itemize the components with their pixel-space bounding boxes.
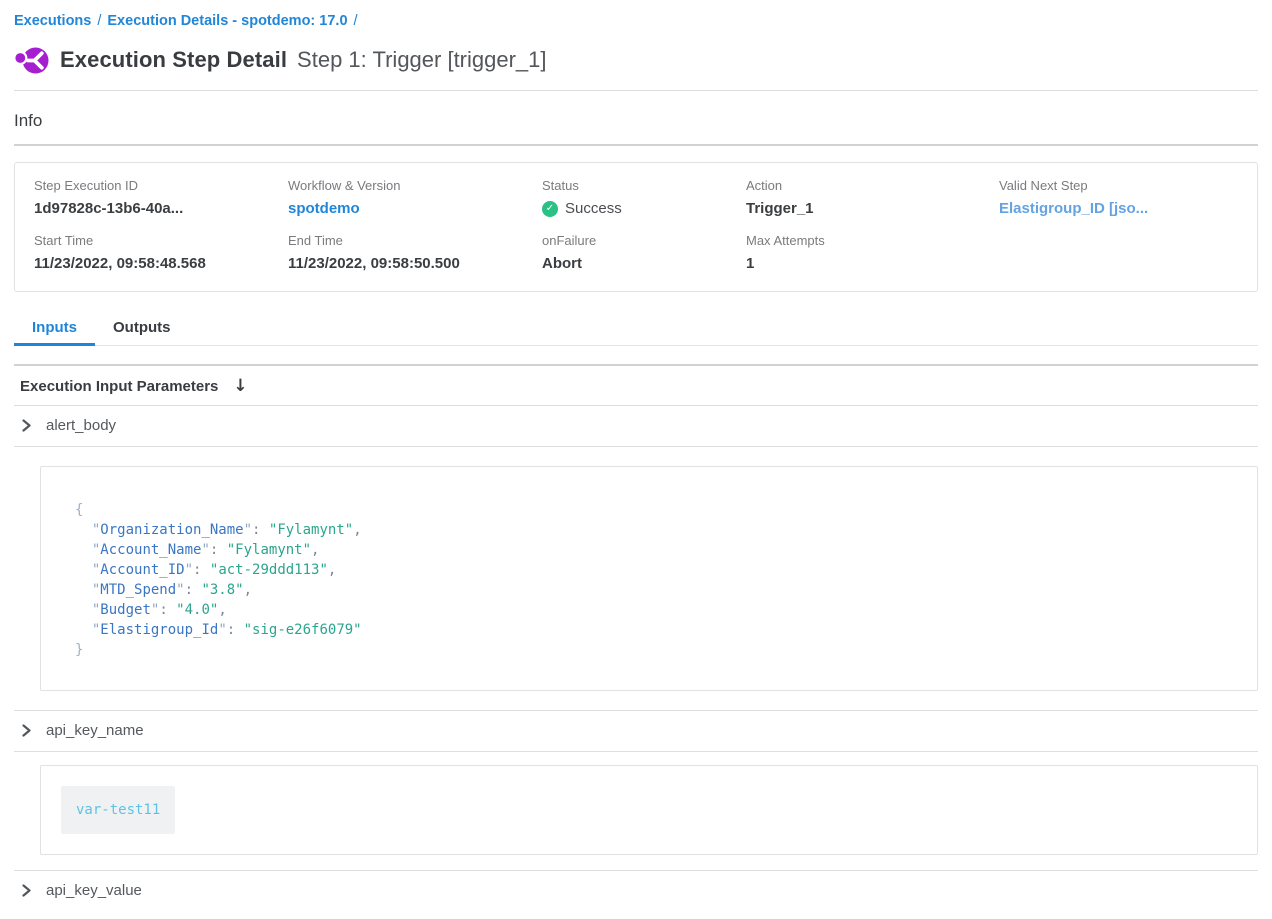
section-heading: Execution Input Parameters [20,378,218,395]
field-label: Workflow & Version [288,178,542,193]
param-row-alert-body[interactable]: alert_body [14,406,1258,446]
page-title-row: Execution Step Detail Step 1: Trigger [t… [14,42,1258,78]
execution-step-detail-page: Executions / Execution Details - spotdemo:… [0,0,1272,919]
field-label: Action [746,178,999,193]
chevron-right-icon [20,419,33,432]
page-subtitle: Step 1: Trigger [trigger_1] [297,47,546,73]
json-code-block-alert-body: { "Organization_Name": "Fylamynt", "Acco… [40,466,1258,691]
info-field-onfailure: onFailure Abort [542,233,746,272]
execution-input-parameters-header: Execution Input Parameters [14,366,1258,405]
chevron-right-icon [20,884,33,897]
field-value-workflow-version[interactable]: spotdemo [288,200,542,217]
breadcrumb-link-execution-details[interactable]: Execution Details - spotdemo: 17.0 [107,13,347,29]
breadcrumb-link-executions[interactable]: Executions [14,13,91,29]
info-field-end-time: End Time 11/23/2022, 09:58:50.500 [288,233,542,272]
field-value-start-time: 11/23/2022, 09:58:48.568 [34,255,288,272]
field-label: End Time [288,233,542,248]
param-name: api_key_name [46,722,144,739]
field-label: Valid Next Step [999,178,1257,193]
info-card: Step Execution ID 1d97828c-13b6-40a...Wor… [14,162,1258,292]
info-field-action: Action Trigger_1 [746,178,999,217]
info-field-step-execution-id: Step Execution ID 1d97828c-13b6-40a... [34,178,288,217]
down-arrow-icon[interactable] [233,378,247,395]
param-row-api-key-name[interactable]: api_key_name [14,711,1258,751]
field-value-onfailure: Abort [542,255,746,272]
breadcrumb-separator: / [354,13,358,29]
info-field-status: Status Success [542,178,746,217]
info-field-workflow-version: Workflow & Version spotdemo [288,178,542,217]
status-badge: Success [542,200,746,217]
json-code: { "Organization_Name": "Fylamynt", "Acco… [75,500,1237,660]
info-field-valid-next-step: Valid Next Step Elastigroup_ID [jso... [999,178,1257,217]
param-value-chip: var-test11 [61,786,175,834]
param-row-api-key-value[interactable]: api_key_value [14,871,1258,911]
field-value-action: Trigger_1 [746,200,999,217]
tab-outputs[interactable]: Outputs [95,312,189,346]
field-label: Step Execution ID [34,178,288,193]
info-heading-divider [14,144,1258,146]
field-label: onFailure [542,233,746,248]
field-value-step-execution-id: 1d97828c-13b6-40a... [34,200,288,217]
field-label: Max Attempts [746,233,999,248]
param-name: alert_body [46,417,116,434]
value-box-api-key-name: var-test11 [40,765,1258,855]
fylamynt-logo-icon [14,44,49,77]
tab-bar: InputsOutputs [14,312,1258,346]
field-label: Status [542,178,746,193]
breadcrumb: Executions / Execution Details - spotdemo:… [14,0,1258,29]
tab-inputs[interactable]: Inputs [14,312,95,346]
header-divider [14,90,1258,91]
field-value-max-attempts: 1 [746,255,999,272]
param-name: api_key_value [46,882,142,899]
input-parameters-list: alert_body { "Organization_Name": "Fylamy… [14,406,1258,911]
field-label: Start Time [34,233,288,248]
info-field-start-time: Start Time 11/23/2022, 09:58:48.568 [34,233,288,272]
info-field-max-attempts: Max Attempts 1 [746,233,999,272]
info-heading: Info [14,111,1258,131]
param-divider [14,446,1258,447]
field-value-end-time: 11/23/2022, 09:58:50.500 [288,255,542,272]
breadcrumb-separator: / [97,13,101,29]
success-check-icon [542,201,558,217]
param-divider [14,751,1258,752]
status-text: Success [565,200,622,217]
chevron-right-icon [20,724,33,737]
field-value-valid-next-step[interactable]: Elastigroup_ID [jso... [999,200,1257,217]
page-title: Execution Step Detail [60,47,287,73]
